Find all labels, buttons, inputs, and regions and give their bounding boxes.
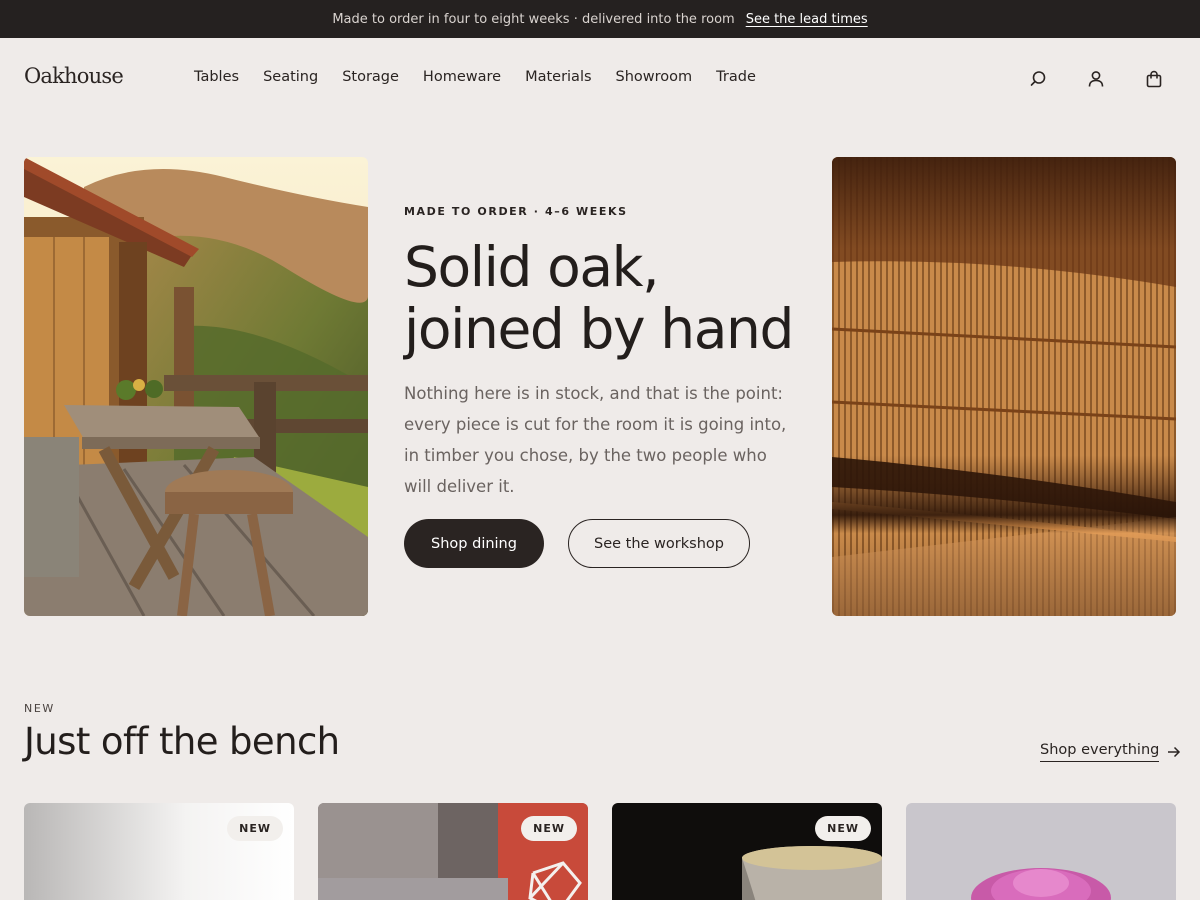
bag-button[interactable] <box>1143 68 1165 90</box>
product-card[interactable]: NEW <box>318 803 588 900</box>
nav-item-tables[interactable]: Tables <box>194 69 239 85</box>
account-icon <box>1088 71 1104 87</box>
search-icon <box>1030 71 1046 86</box>
hero-body: Nothing here is in stock, and that is th… <box>404 384 787 496</box>
nav-item-trade[interactable]: Trade <box>716 69 756 85</box>
product-image <box>906 803 1176 900</box>
product-card[interactable]: NEW <box>612 803 882 900</box>
shop-dining-button[interactable]: Shop dining <box>404 519 544 568</box>
announcement-text: Made to order in four to eight weeks · d… <box>332 11 735 27</box>
new-badge: NEW <box>521 816 577 841</box>
arrow-right-icon <box>1168 746 1181 758</box>
section-title: Just off the bench <box>24 720 340 763</box>
nav-item-showroom[interactable]: Showroom <box>616 69 693 85</box>
shop-everything-label: Shop everything <box>1040 742 1160 762</box>
hero-image-wood-slats <box>832 157 1176 616</box>
nav-item-materials[interactable]: Materials <box>525 69 591 85</box>
hero-image-cabin <box>24 157 368 616</box>
nav-item-homeware[interactable]: Homeware <box>423 69 501 85</box>
account-button[interactable] <box>1085 68 1107 90</box>
nav-item-storage[interactable]: Storage <box>342 69 399 85</box>
shop-everything-link[interactable]: Shop everything <box>1040 742 1181 762</box>
hero-headline-line-1: Solid oak, <box>404 235 660 299</box>
new-badge: NEW <box>227 816 283 841</box>
section-eyebrow: NEW <box>24 702 55 715</box>
bag-icon <box>1146 70 1162 88</box>
product-card[interactable] <box>906 803 1176 900</box>
new-badge: NEW <box>815 816 871 841</box>
hero-headline: Solid oak, joined by hand <box>404 236 824 360</box>
main-nav: Tables Seating Storage Homeware Material… <box>194 69 756 85</box>
product-card[interactable]: NEW <box>24 803 294 900</box>
hero-headline-line-2: joined by hand <box>404 297 794 361</box>
hero-eyebrow: MADE TO ORDER · 4–6 WEEKS <box>404 205 628 218</box>
announcement-bar: Made to order in four to eight weeks · d… <box>0 0 1200 38</box>
see-workshop-button[interactable]: See the workshop <box>568 519 750 568</box>
lead-times-link[interactable]: See the lead times <box>746 12 868 27</box>
nav-item-seating[interactable]: Seating <box>263 69 318 85</box>
search-button[interactable] <box>1027 68 1049 90</box>
brand-logo[interactable]: Oakhouse <box>24 64 124 88</box>
